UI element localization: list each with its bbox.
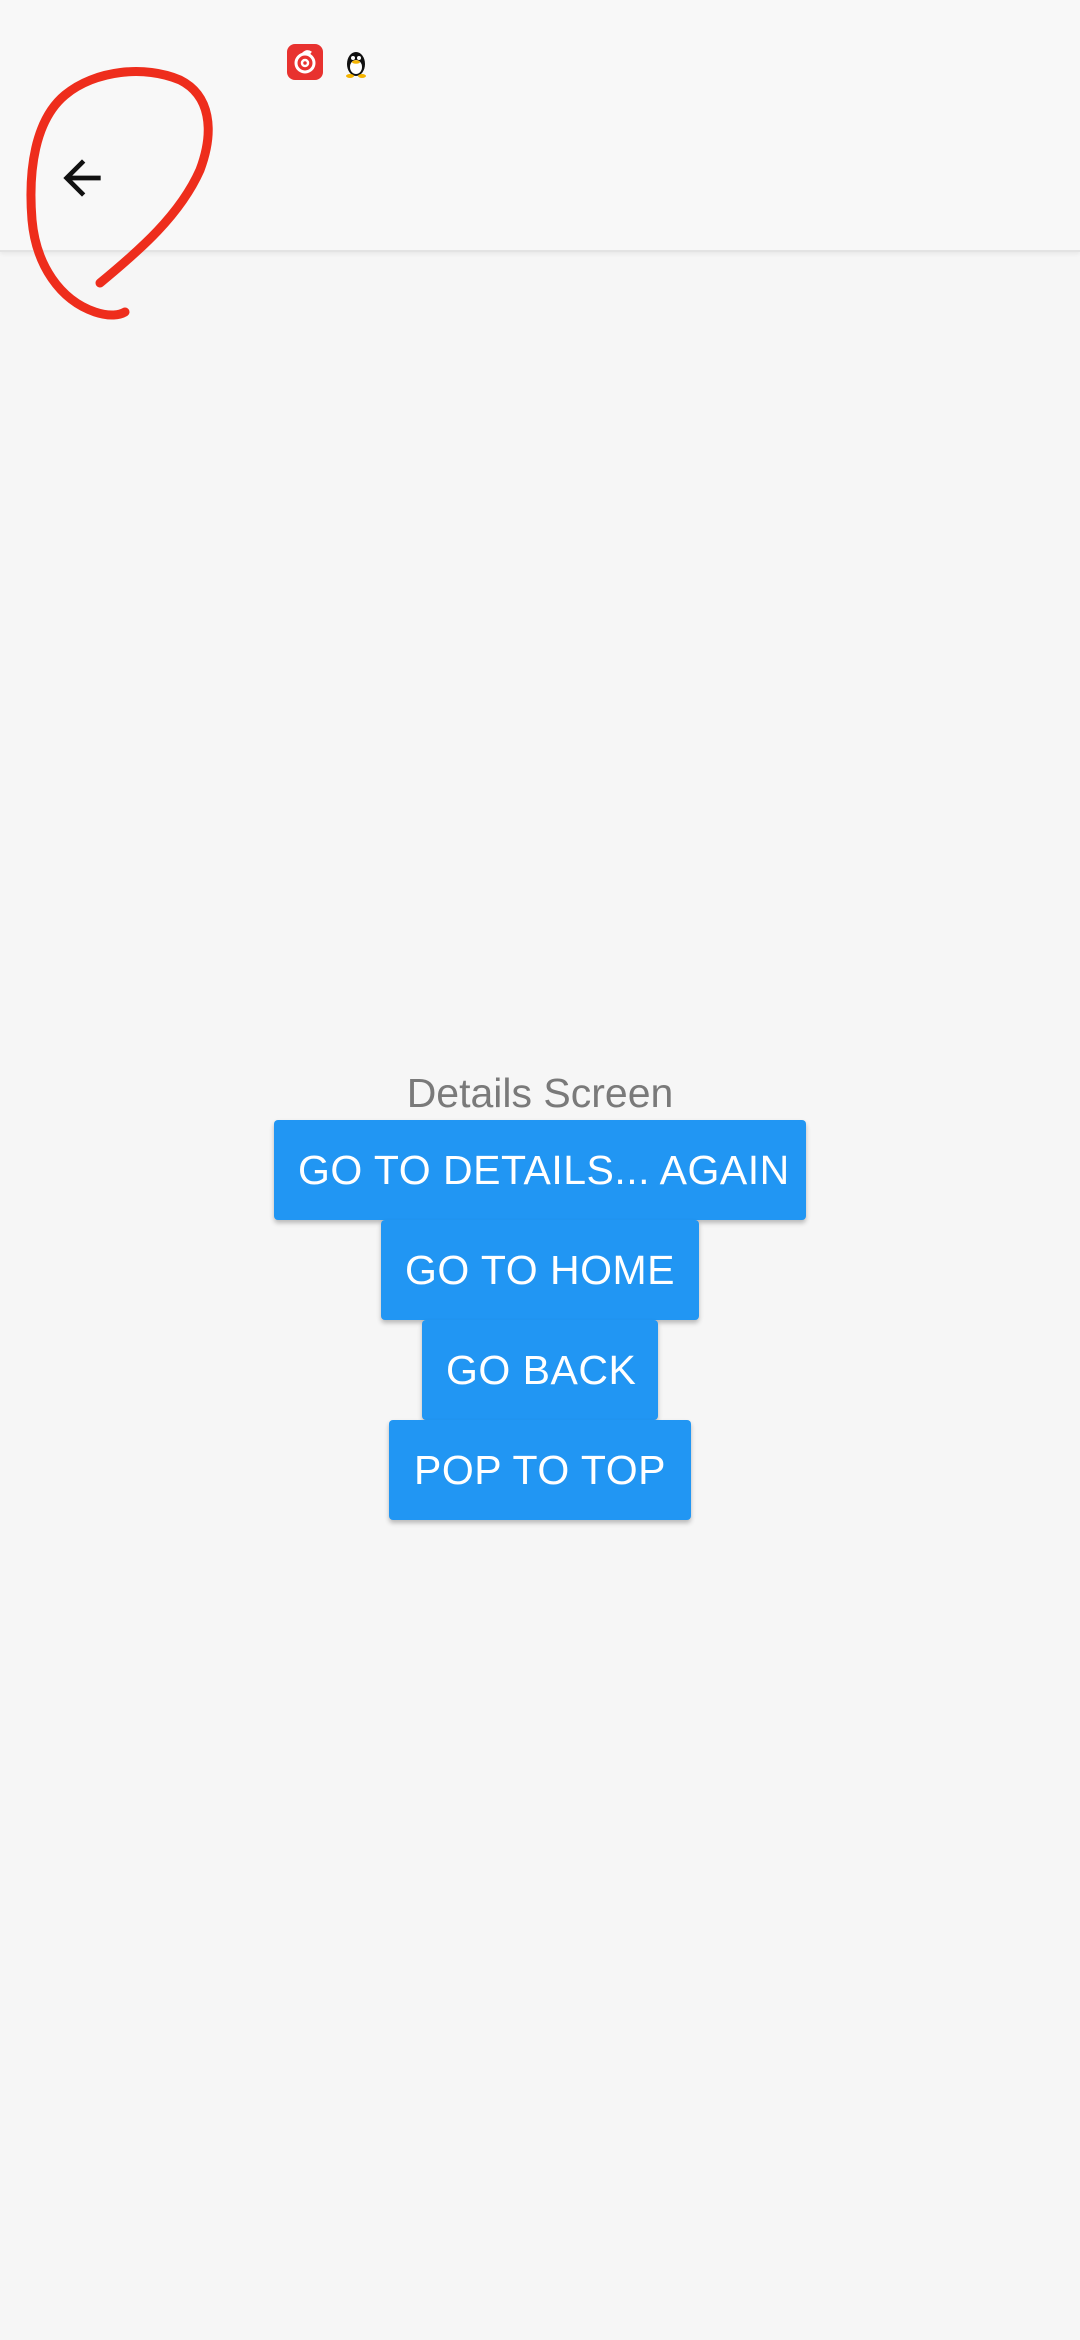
pop-to-top-button[interactable]: POP TO TOP [389, 1420, 691, 1520]
content-area: Details Screen GO TO DETAILS... AGAIN GO… [0, 1060, 1080, 1520]
go-to-home-button[interactable]: GO TO HOME [381, 1220, 699, 1320]
details-screen: Details Screen GO TO DETAILS... AGAIN GO… [0, 0, 1080, 2340]
go-back-button[interactable]: GO BACK [422, 1320, 658, 1420]
qq-penguin-icon [338, 44, 374, 80]
page-title: Details Screen [406, 1070, 674, 1116]
status-bar [0, 0, 1080, 96]
arrow-left-icon [63, 159, 101, 197]
back-button[interactable] [34, 130, 130, 226]
netease-music-icon [287, 44, 323, 80]
go-to-details-again-button[interactable]: GO TO DETAILS... AGAIN [274, 1120, 806, 1220]
